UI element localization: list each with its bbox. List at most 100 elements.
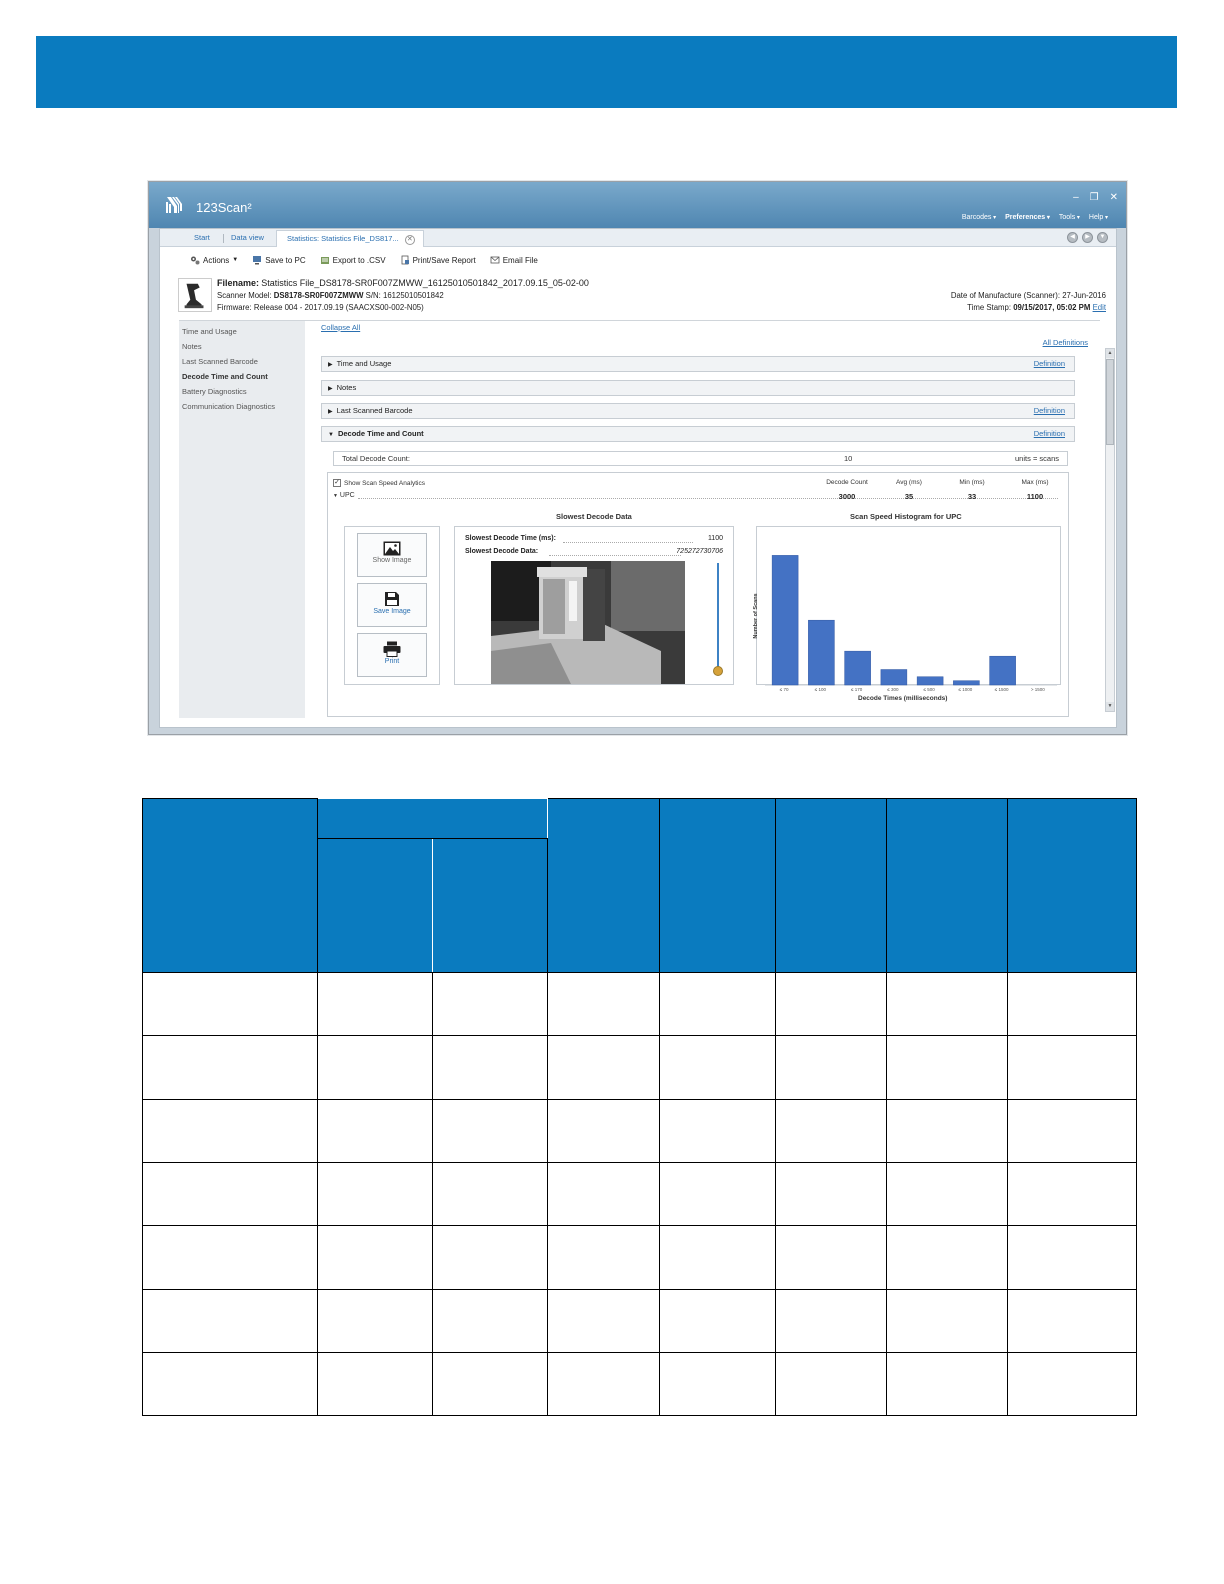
avg-header: Avg (ms)	[896, 479, 922, 486]
table-header-cell	[547, 798, 660, 973]
tab-statistics-label: Statistics: Statistics File_DS817...	[287, 234, 399, 243]
show-image-button[interactable]: Show Image	[357, 533, 427, 577]
tab-start[interactable]: Start	[194, 233, 210, 242]
edit-link[interactable]: Edit	[1093, 303, 1106, 312]
image-actions-panel: Show Image Save Image Print	[344, 526, 440, 685]
section-decode-time-and-count[interactable]: ▼ Decode Time and Count Definition	[321, 426, 1075, 442]
collapse-all-link[interactable]: Collapse All	[321, 323, 360, 332]
menu-barcodes[interactable]: Barcodes	[962, 214, 996, 221]
table-header-cell	[886, 798, 1008, 973]
section-title: Notes	[336, 383, 357, 392]
x-tick-label: ≤ 300	[887, 687, 899, 692]
print-button[interactable]: Print	[357, 633, 427, 677]
actions-button[interactable]: Actions ▼	[190, 255, 238, 265]
save-image-button[interactable]: Save Image	[357, 583, 427, 627]
email-file-button[interactable]: Email File	[490, 255, 538, 265]
tab-navigation: ◀ ▶ ▼	[1067, 232, 1108, 243]
histogram-chart	[765, 555, 1057, 686]
table-header-cell	[1007, 798, 1137, 973]
histogram-bar	[771, 555, 799, 686]
definition-link[interactable]: Definition	[1034, 404, 1065, 418]
toolbar: Actions ▼ Save to PC Export to .CSV Prin…	[190, 255, 538, 265]
show-analytics-checkbox[interactable]: ✓	[333, 479, 341, 487]
x-tick-label: ≤ 70	[779, 687, 789, 692]
image-slider-track[interactable]	[717, 563, 719, 671]
show-analytics-checkbox-row[interactable]: ✓ Show Scan Speed Analytics	[333, 479, 425, 487]
histogram-title: Scan Speed Histogram for UPC	[850, 512, 962, 521]
menu-preferences[interactable]: Preferences	[1005, 214, 1050, 221]
vertical-scrollbar[interactable]: ▲ ▼	[1105, 348, 1115, 712]
print-save-report-label: Print/Save Report	[412, 255, 476, 265]
caret-down-icon: ▼	[328, 432, 334, 438]
export-csv-button[interactable]: Export to .CSV	[320, 255, 386, 265]
table-row	[142, 1225, 1137, 1290]
table-row	[142, 1352, 1137, 1416]
sidebar-item-notes[interactable]: Notes	[179, 339, 305, 354]
sidebar-item-battery-diagnostics[interactable]: Battery Diagnostics	[179, 384, 305, 399]
total-decode-count-value: 10	[844, 454, 853, 463]
show-analytics-label: Show Scan Speed Analytics	[344, 479, 425, 487]
sidebar-item-last-scanned-barcode[interactable]: Last Scanned Barcode	[179, 354, 305, 369]
minimize-icon[interactable]: –	[1073, 192, 1079, 203]
table-header-cell	[317, 798, 548, 839]
all-definitions-link[interactable]: All Definitions	[1043, 338, 1088, 347]
tab-data-view[interactable]: Data view	[231, 233, 264, 242]
zebra-logo-icon	[166, 197, 182, 213]
table-row	[142, 1035, 1137, 1100]
table-header-cell	[142, 798, 318, 973]
close-tab-icon[interactable]: ✕	[404, 235, 415, 245]
scan-speed-analytics: ✓ Show Scan Speed Analytics ▼ UPC Decode…	[327, 472, 1069, 717]
slowest-decode-panel: Slowest Decode Time (ms): 1100 Slowest D…	[454, 526, 734, 685]
section-last-scanned-barcode[interactable]: ▶ Last Scanned Barcode Definition	[321, 403, 1075, 419]
decode-image	[491, 561, 685, 684]
firmware-label: Firmware:	[217, 303, 252, 312]
caret-right-icon: ▶	[328, 409, 333, 415]
sn-label: S/N:	[365, 291, 381, 300]
max-value: 1100	[1026, 492, 1044, 501]
sidebar-item-time-and-usage[interactable]: Time and Usage	[179, 324, 305, 339]
menu-tools[interactable]: Tools	[1059, 214, 1080, 221]
restore-icon[interactable]: ❐	[1090, 192, 1099, 203]
gears-icon	[191, 256, 200, 265]
client-area: Start Data view Statistics: Statistics F…	[159, 228, 1117, 728]
actions-label: Actions	[203, 255, 230, 265]
histogram-bar	[916, 676, 944, 686]
scroll-down-icon[interactable]: ▼	[1106, 702, 1114, 711]
sidebar-item-communication-diagnostics[interactable]: Communication Diagnostics	[179, 399, 305, 414]
menu-help[interactable]: Help	[1089, 214, 1108, 221]
computer-icon	[253, 256, 262, 265]
scroll-up-icon[interactable]: ▲	[1106, 349, 1114, 358]
image-slider-handle[interactable]	[713, 666, 723, 676]
histogram-bar	[953, 680, 980, 686]
slowest-data-label: Slowest Decode Data:	[465, 548, 539, 555]
histogram-bar	[880, 669, 908, 686]
upc-row-toggle[interactable]: ▼ UPC	[333, 492, 355, 499]
tab-statistics[interactable]: Statistics: Statistics File_DS817... ✕	[276, 230, 424, 247]
scroll-thumb[interactable]	[1106, 359, 1114, 445]
histogram-bar	[844, 650, 871, 686]
section-title: Time and Usage	[336, 359, 392, 368]
definition-link[interactable]: Definition	[1034, 357, 1065, 371]
section-time-and-usage[interactable]: ▶ Time and Usage Definition	[321, 356, 1075, 372]
report-icon	[401, 255, 409, 265]
slowest-decode-title: Slowest Decode Data	[556, 512, 632, 521]
save-to-pc-button[interactable]: Save to PC	[252, 255, 306, 265]
caret-right-icon: ▶	[328, 362, 333, 368]
nav-forward-icon[interactable]: ▶	[1082, 232, 1093, 243]
section-notes[interactable]: ▶ Notes	[321, 380, 1075, 396]
avg-value: 35	[904, 492, 914, 501]
nav-dropdown-icon[interactable]: ▼	[1097, 232, 1108, 243]
tab-bar: Start Data view Statistics: Statistics F…	[160, 229, 1116, 247]
definition-link[interactable]: Definition	[1034, 427, 1065, 441]
print-save-report-button[interactable]: Print/Save Report	[400, 255, 476, 265]
main-pane: Collapse All All Definitions ▶ Time and U…	[305, 320, 1100, 718]
min-value: 33	[967, 492, 977, 501]
file-dates: Date of Manufacture (Scanner): 27-Jun-20…	[951, 290, 1106, 314]
x-tick-label: > 1500	[1030, 687, 1045, 692]
close-icon[interactable]: ✕	[1110, 192, 1118, 203]
dom-value: 27-Jun-2016	[1062, 291, 1106, 300]
nav-back-icon[interactable]: ◀	[1067, 232, 1078, 243]
sidebar-item-decode-time-and-count[interactable]: Decode Time and Count	[179, 369, 305, 384]
units-label: units = scans	[1015, 454, 1059, 463]
dotted-leader	[563, 542, 693, 543]
